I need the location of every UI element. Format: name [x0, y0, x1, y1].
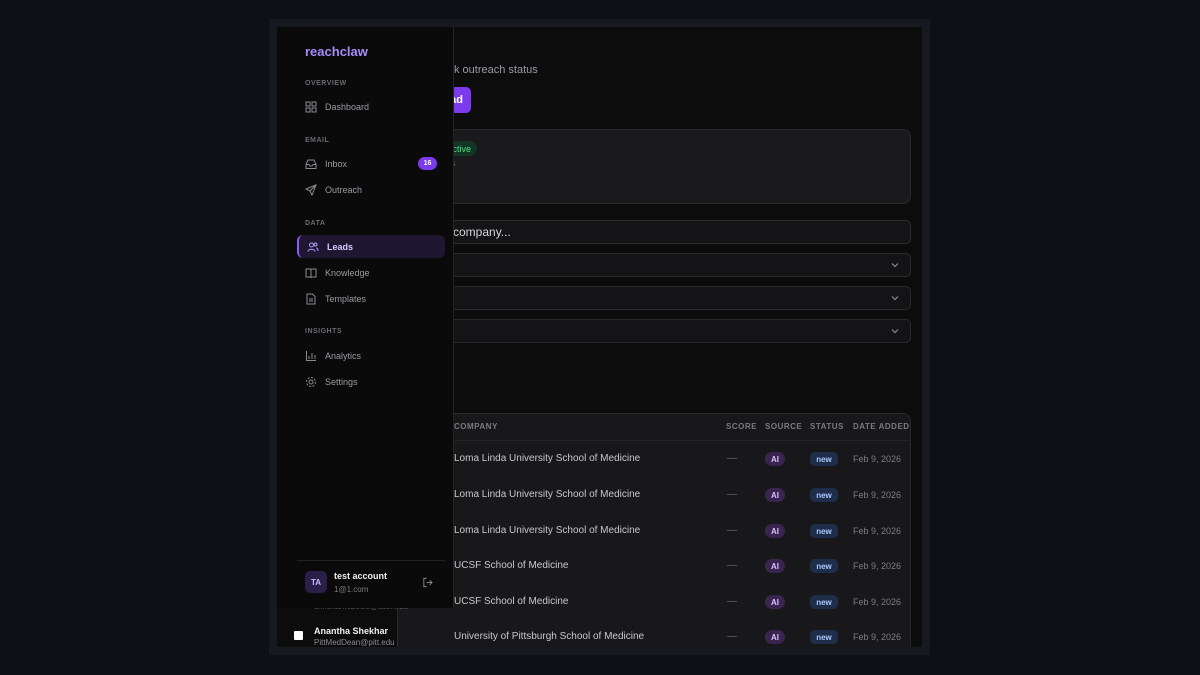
row-checkbox[interactable]: [294, 631, 303, 640]
filter-select-1[interactable]: [397, 253, 911, 277]
table-cell-company: UCSF School of Medicine: [454, 596, 569, 607]
send-icon: [305, 183, 317, 196]
user-email: 1@1.com: [334, 585, 369, 594]
source-badge: AI: [765, 630, 785, 644]
logout-icon[interactable]: [422, 577, 433, 588]
section-label-email: EMAIL: [305, 137, 330, 144]
sidebar-item-inbox[interactable]: Inbox 16: [297, 152, 445, 175]
inbox-icon: [305, 159, 317, 169]
app-logo[interactable]: reachclaw: [305, 44, 368, 59]
source-badge: AI: [765, 559, 785, 573]
dashboard-icon: [305, 101, 317, 112]
table-cell-date: Feb 9, 2026: [853, 526, 902, 536]
file-text-icon: [306, 293, 316, 304]
avatar: TA: [305, 571, 327, 593]
users-icon: [307, 242, 319, 252]
unread-count-badge: 16: [418, 157, 437, 170]
table-cell-date: Feb 9, 2026: [853, 632, 902, 642]
sidebar-item-settings[interactable]: Settings: [297, 370, 445, 393]
table-cell-score: —: [727, 525, 737, 536]
status-badge: new: [810, 595, 838, 609]
column-header-score[interactable]: SCORE: [726, 422, 757, 431]
sidebar-item-label: Dashboard: [325, 101, 370, 112]
sidebar-item-label: Outreach: [325, 184, 363, 195]
table-cell-company: Loma Linda University School of Medicine: [454, 453, 641, 464]
table-cell-score: —: [727, 489, 737, 500]
bar-chart-icon: [306, 350, 316, 361]
sidebar-item-leads[interactable]: Leads: [297, 235, 445, 258]
table-cell-company: Loma Linda University School of Medicine: [454, 525, 641, 536]
column-header-company[interactable]: COMPANY: [454, 422, 498, 431]
book-icon: [305, 268, 317, 278]
lead-email: PittMedDean@pitt.edu: [314, 638, 395, 647]
table-cell-score: —: [727, 596, 737, 607]
sidebar-item-knowledge[interactable]: Knowledge: [297, 261, 445, 284]
table-cell-company: Loma Linda University School of Medicine: [454, 489, 641, 500]
status-badge: new: [810, 524, 838, 538]
source-badge: AI: [765, 524, 785, 538]
status-badge: new: [810, 488, 838, 502]
table-cell-date: Feb 9, 2026: [853, 454, 902, 464]
sidebar-item-dashboard[interactable]: Dashboard: [297, 95, 445, 118]
summary-card: [397, 129, 911, 204]
table-cell-score: —: [727, 631, 737, 642]
sidebar-item-templates[interactable]: Templates: [297, 287, 445, 310]
app-window: k outreach status ad ctive s company... …: [277, 27, 922, 647]
status-badge: new: [810, 630, 838, 644]
user-name: test account: [334, 571, 388, 581]
table-cell-date: Feb 9, 2026: [853, 597, 902, 607]
source-badge: AI: [765, 595, 785, 609]
column-header-source[interactable]: SOURCE: [765, 422, 802, 431]
section-label-data: DATA: [305, 220, 326, 227]
status-badge: new: [810, 559, 838, 573]
table-cell-score: —: [727, 453, 737, 464]
table-cell-date: Feb 9, 2026: [853, 561, 902, 571]
status-badge: new: [810, 452, 838, 466]
divider: [297, 560, 445, 561]
sidebar: reachclaw OVERVIEW Dashboard EMAIL Inbox…: [277, 27, 454, 608]
table-cell-date: Feb 9, 2026: [853, 490, 902, 500]
lead-name: Anantha Shekhar: [314, 626, 389, 636]
search-placeholder: company...: [453, 225, 511, 239]
page-subtitle: k outreach status: [454, 64, 538, 76]
table-cell-company: UCSF School of Medicine: [454, 560, 569, 571]
section-label-insights: INSIGHTS: [305, 328, 343, 335]
sidebar-item-label: Leads: [327, 241, 354, 252]
sidebar-item-analytics[interactable]: Analytics: [297, 344, 445, 367]
sidebar-item-label: Analytics: [325, 350, 362, 361]
filter-select-2[interactable]: [397, 286, 911, 310]
sidebar-item-label: Knowledge: [325, 267, 370, 278]
sidebar-item-label: Templates: [325, 293, 367, 304]
source-badge: AI: [765, 488, 785, 502]
sidebar-item-outreach[interactable]: Outreach: [297, 178, 445, 201]
column-header-date[interactable]: DATE ADDED: [853, 422, 910, 431]
sidebar-item-label: Settings: [325, 376, 358, 387]
source-badge: AI: [765, 452, 785, 466]
chevron-down-icon: [891, 263, 899, 268]
sidebar-item-label: Inbox: [325, 158, 348, 169]
section-label-overview: OVERVIEW: [305, 80, 347, 87]
column-header-status[interactable]: STATUS: [810, 422, 844, 431]
table-cell-company: University of Pittsburgh School of Medic…: [454, 631, 645, 642]
header-divider: [398, 440, 910, 441]
table-cell-score: —: [727, 560, 737, 571]
filter-select-3[interactable]: [397, 319, 911, 343]
gear-icon: [306, 376, 316, 387]
chevron-down-icon: [891, 296, 899, 301]
chevron-down-icon: [891, 329, 899, 334]
